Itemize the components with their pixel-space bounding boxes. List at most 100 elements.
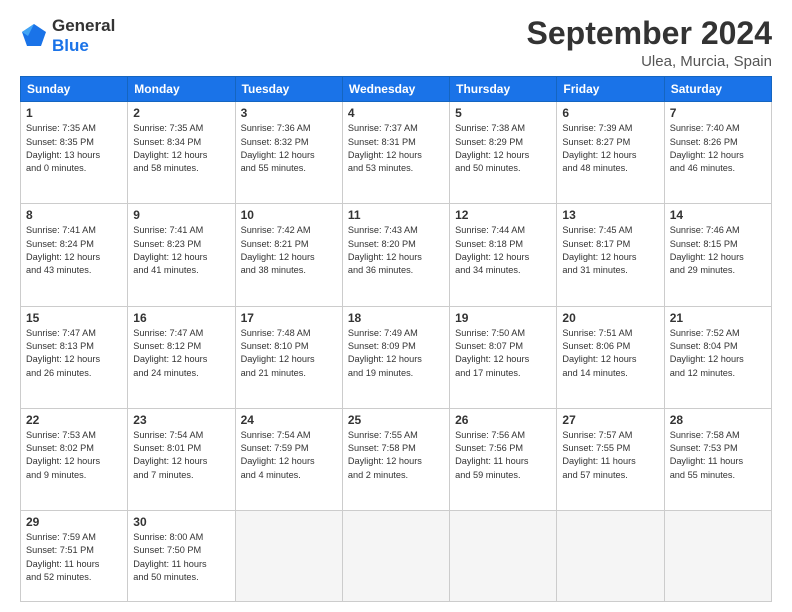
day-info: Sunrise: 7:41 AMSunset: 8:23 PMDaylight:… [133, 224, 229, 277]
table-row: 26Sunrise: 7:56 AMSunset: 7:56 PMDayligh… [450, 408, 557, 510]
day-number: 19 [455, 311, 551, 325]
day-number: 27 [562, 413, 658, 427]
logo-text: General Blue [52, 16, 115, 55]
day-info: Sunrise: 7:47 AMSunset: 8:12 PMDaylight:… [133, 327, 229, 380]
day-number: 29 [26, 515, 122, 529]
table-row: 23Sunrise: 7:54 AMSunset: 8:01 PMDayligh… [128, 408, 235, 510]
day-info: Sunrise: 7:47 AMSunset: 8:13 PMDaylight:… [26, 327, 122, 380]
table-row: 28Sunrise: 7:58 AMSunset: 7:53 PMDayligh… [664, 408, 771, 510]
day-info: Sunrise: 7:50 AMSunset: 8:07 PMDaylight:… [455, 327, 551, 380]
week-row-3: 15 Sunrise: 7:47 AMSunset: 8:13 PMDayligh… [21, 306, 772, 408]
day-number: 1 [26, 106, 122, 120]
table-row: 30 Sunrise: 8:00 AMSunset: 7:50 PMDayligh… [128, 510, 235, 601]
day-number: 10 [241, 208, 337, 222]
day-info: Sunrise: 7:45 AMSunset: 8:17 PMDaylight:… [562, 224, 658, 277]
header-saturday: Saturday [664, 77, 771, 102]
table-row: 10 Sunrise: 7:42 AMSunset: 8:21 PMDayligh… [235, 204, 342, 306]
day-info: Sunrise: 7:46 AMSunset: 8:15 PMDaylight:… [670, 224, 766, 277]
day-info: Sunrise: 7:43 AMSunset: 8:20 PMDaylight:… [348, 224, 444, 277]
day-number: 3 [241, 106, 337, 120]
table-row: 8 Sunrise: 7:41 AMSunset: 8:24 PMDaylight… [21, 204, 128, 306]
day-number: 26 [455, 413, 551, 427]
table-row: 20Sunrise: 7:51 AMSunset: 8:06 PMDayligh… [557, 306, 664, 408]
day-info: Sunrise: 7:59 AMSunset: 7:51 PMDaylight:… [26, 531, 122, 584]
day-number: 7 [670, 106, 766, 120]
day-number: 17 [241, 311, 337, 325]
day-info: Sunrise: 7:52 AMSunset: 8:04 PMDaylight:… [670, 327, 766, 380]
table-row: 29 Sunrise: 7:59 AMSunset: 7:51 PMDayligh… [21, 510, 128, 601]
table-row: 22Sunrise: 7:53 AMSunset: 8:02 PMDayligh… [21, 408, 128, 510]
table-row: 7 Sunrise: 7:40 AMSunset: 8:26 PMDaylight… [664, 102, 771, 204]
day-info: Sunrise: 7:40 AMSunset: 8:26 PMDaylight:… [670, 122, 766, 175]
table-row: 16 Sunrise: 7:47 AMSunset: 8:12 PMDayligh… [128, 306, 235, 408]
table-row [342, 510, 449, 601]
header-thursday: Thursday [450, 77, 557, 102]
day-number: 24 [241, 413, 337, 427]
day-number: 8 [26, 208, 122, 222]
table-row: 11 Sunrise: 7:43 AMSunset: 8:20 PMDayligh… [342, 204, 449, 306]
day-number: 23 [133, 413, 229, 427]
table-row: 12 Sunrise: 7:44 AMSunset: 8:18 PMDayligh… [450, 204, 557, 306]
day-number: 15 [26, 311, 122, 325]
header-friday: Friday [557, 77, 664, 102]
header-wednesday: Wednesday [342, 77, 449, 102]
header-monday: Monday [128, 77, 235, 102]
table-row: 25 Sunrise: 7:55 AMSunset: 7:58 PMDayligh… [342, 408, 449, 510]
day-info: Sunrise: 7:38 AMSunset: 8:29 PMDaylight:… [455, 122, 551, 175]
day-number: 4 [348, 106, 444, 120]
table-row: 2 Sunrise: 7:35 AMSunset: 8:34 PMDaylight… [128, 102, 235, 204]
day-info: Sunrise: 7:39 AMSunset: 8:27 PMDaylight:… [562, 122, 658, 175]
day-number: 2 [133, 106, 229, 120]
location-title: Ulea, Murcia, Spain [527, 53, 772, 70]
table-row: 3Sunrise: 7:36 AMSunset: 8:32 PMDaylight… [235, 102, 342, 204]
day-info: Sunrise: 7:57 AMSunset: 7:55 PMDaylight:… [562, 429, 658, 482]
day-info: Sunrise: 8:00 AMSunset: 7:50 PMDaylight:… [133, 531, 229, 584]
table-row: 1 Sunrise: 7:35 AMSunset: 8:35 PMDaylight… [21, 102, 128, 204]
calendar-table: Sunday Monday Tuesday Wednesday Thursday… [20, 76, 772, 602]
table-row [235, 510, 342, 601]
day-info: Sunrise: 7:42 AMSunset: 8:21 PMDaylight:… [241, 224, 337, 277]
day-number: 30 [133, 515, 229, 529]
table-row: 17Sunrise: 7:48 AMSunset: 8:10 PMDayligh… [235, 306, 342, 408]
table-row: 14 Sunrise: 7:46 AMSunset: 8:15 PMDayligh… [664, 204, 771, 306]
day-number: 5 [455, 106, 551, 120]
table-row [664, 510, 771, 601]
day-number: 13 [562, 208, 658, 222]
logo-icon [20, 22, 48, 50]
day-number: 25 [348, 413, 444, 427]
header-tuesday: Tuesday [235, 77, 342, 102]
table-row: 5 Sunrise: 7:38 AMSunset: 8:29 PMDaylight… [450, 102, 557, 204]
table-row: 4 Sunrise: 7:37 AMSunset: 8:31 PMDaylight… [342, 102, 449, 204]
table-row [557, 510, 664, 601]
day-info: Sunrise: 7:55 AMSunset: 7:58 PMDaylight:… [348, 429, 444, 482]
day-number: 9 [133, 208, 229, 222]
day-info: Sunrise: 7:35 AMSunset: 8:34 PMDaylight:… [133, 122, 229, 175]
logo: General Blue [20, 16, 115, 55]
table-row: 18Sunrise: 7:49 AMSunset: 8:09 PMDayligh… [342, 306, 449, 408]
day-info: Sunrise: 7:44 AMSunset: 8:18 PMDaylight:… [455, 224, 551, 277]
day-number: 14 [670, 208, 766, 222]
page: General Blue September 2024 Ulea, Murcia… [0, 0, 792, 612]
day-info: Sunrise: 7:49 AMSunset: 8:09 PMDaylight:… [348, 327, 444, 380]
day-info: Sunrise: 7:35 AMSunset: 8:35 PMDaylight:… [26, 122, 122, 175]
month-title: September 2024 [527, 16, 772, 51]
day-info: Sunrise: 7:58 AMSunset: 7:53 PMDaylight:… [670, 429, 766, 482]
calendar-header-row: Sunday Monday Tuesday Wednesday Thursday… [21, 77, 772, 102]
day-info: Sunrise: 7:51 AMSunset: 8:06 PMDaylight:… [562, 327, 658, 380]
day-info: Sunrise: 7:37 AMSunset: 8:31 PMDaylight:… [348, 122, 444, 175]
week-row-1: 1 Sunrise: 7:35 AMSunset: 8:35 PMDaylight… [21, 102, 772, 204]
day-number: 21 [670, 311, 766, 325]
day-number: 11 [348, 208, 444, 222]
header-sunday: Sunday [21, 77, 128, 102]
table-row [450, 510, 557, 601]
header: General Blue September 2024 Ulea, Murcia… [20, 16, 772, 70]
table-row: 6Sunrise: 7:39 AMSunset: 8:27 PMDaylight… [557, 102, 664, 204]
day-info: Sunrise: 7:41 AMSunset: 8:24 PMDaylight:… [26, 224, 122, 277]
day-number: 16 [133, 311, 229, 325]
day-number: 12 [455, 208, 551, 222]
table-row: 24Sunrise: 7:54 AMSunset: 7:59 PMDayligh… [235, 408, 342, 510]
week-row-2: 8 Sunrise: 7:41 AMSunset: 8:24 PMDaylight… [21, 204, 772, 306]
week-row-5: 29 Sunrise: 7:59 AMSunset: 7:51 PMDayligh… [21, 510, 772, 601]
table-row: 13 Sunrise: 7:45 AMSunset: 8:17 PMDayligh… [557, 204, 664, 306]
table-row: 19 Sunrise: 7:50 AMSunset: 8:07 PMDayligh… [450, 306, 557, 408]
